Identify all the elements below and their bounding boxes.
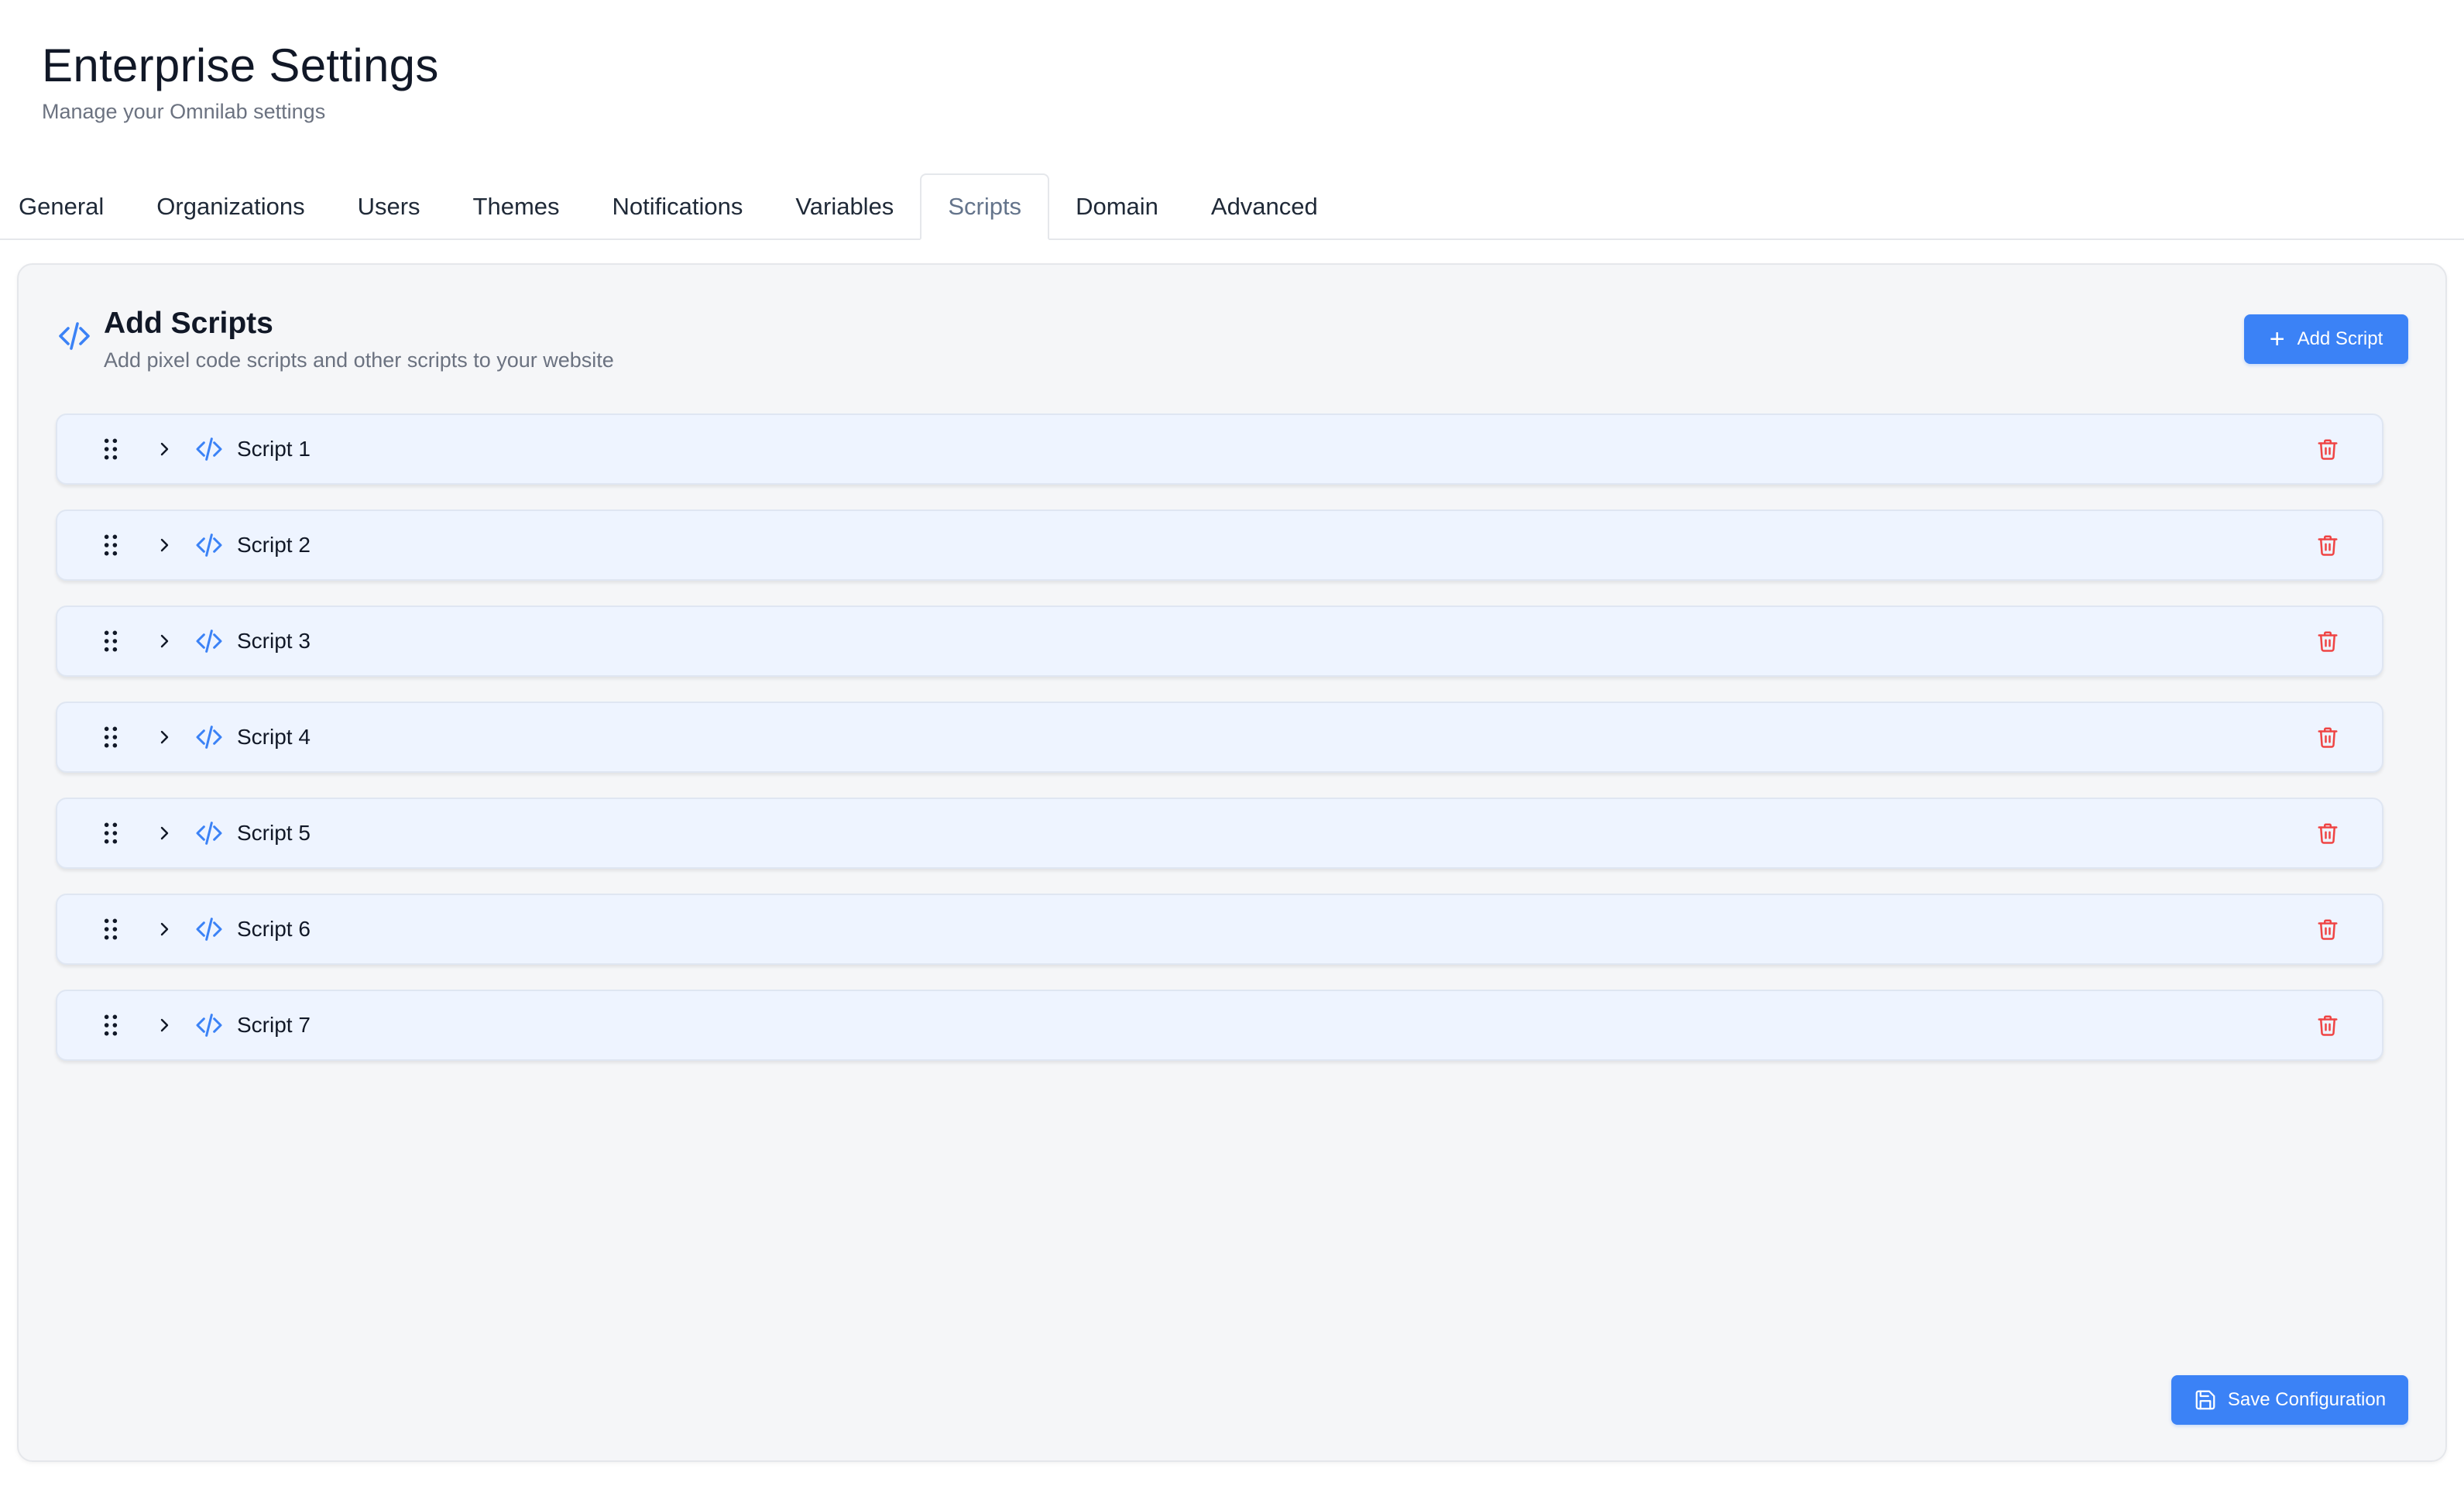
add-script-button[interactable]: + Add Script: [2244, 314, 2408, 364]
tab-variables[interactable]: Variables: [769, 175, 920, 238]
trash-icon: [2318, 727, 2338, 748]
chevron-right-icon[interactable]: [155, 824, 173, 842]
script-name: Script 2: [237, 533, 311, 557]
code-icon: [196, 918, 222, 941]
delete-script-button[interactable]: [2314, 819, 2342, 847]
settings-tabs: General Organizations Users Themes Notif…: [0, 173, 2464, 240]
save-configuration-button[interactable]: Save Configuration: [2171, 1375, 2408, 1425]
script-name: Script 3: [237, 629, 311, 653]
tab-notifications[interactable]: Notifications: [586, 175, 770, 238]
drag-handle-icon[interactable]: [101, 822, 121, 845]
panel-header: Add Scripts Add pixel code scripts and o…: [56, 305, 614, 376]
page-header: Enterprise Settings Manage your Omnilab …: [42, 36, 439, 127]
code-icon: [196, 534, 222, 557]
panel-description: Add pixel code scripts and other scripts…: [104, 348, 614, 372]
tab-advanced[interactable]: Advanced: [1185, 175, 1344, 238]
script-list: Script 1 Script 2 Script 3 Script 4 Scri…: [56, 413, 2383, 1086]
trash-icon: [2318, 535, 2338, 556]
chevron-right-icon[interactable]: [155, 728, 173, 746]
script-row[interactable]: Script 2: [56, 510, 2383, 581]
delete-script-button[interactable]: [2314, 435, 2342, 463]
trash-icon: [2318, 439, 2338, 460]
add-script-label: Add Script: [2297, 328, 2383, 349]
code-icon: [196, 437, 222, 461]
drag-handle-icon[interactable]: [101, 534, 121, 557]
code-icon: [196, 726, 222, 749]
tab-scripts[interactable]: Scripts: [920, 173, 1050, 240]
code-icon: [59, 322, 90, 350]
script-row[interactable]: Script 1: [56, 413, 2383, 485]
panel-title: Add Scripts: [104, 307, 273, 340]
script-name: Script 5: [237, 821, 311, 845]
scripts-panel: Add Scripts Add pixel code scripts and o…: [17, 263, 2447, 1462]
tab-general[interactable]: General: [0, 175, 130, 238]
trash-icon: [2318, 919, 2338, 940]
script-row[interactable]: Script 3: [56, 606, 2383, 677]
delete-script-button[interactable]: [2314, 915, 2342, 943]
chevron-right-icon[interactable]: [155, 1016, 173, 1035]
script-name: Script 7: [237, 1013, 311, 1037]
save-icon: [2195, 1390, 2215, 1410]
script-name: Script 6: [237, 917, 311, 941]
drag-handle-icon[interactable]: [101, 630, 121, 653]
script-row[interactable]: Script 7: [56, 990, 2383, 1061]
script-name: Script 1: [237, 437, 311, 461]
page-title: Enterprise Settings: [42, 39, 439, 91]
drag-handle-icon[interactable]: [101, 918, 121, 941]
code-icon: [196, 1014, 222, 1037]
chevron-right-icon[interactable]: [155, 440, 173, 458]
script-row[interactable]: Script 4: [56, 702, 2383, 773]
script-name: Script 4: [237, 725, 311, 749]
tab-users[interactable]: Users: [331, 175, 447, 238]
trash-icon: [2318, 631, 2338, 652]
save-configuration-label: Save Configuration: [2227, 1389, 2387, 1410]
drag-handle-icon[interactable]: [101, 1014, 121, 1037]
tab-organizations[interactable]: Organizations: [130, 175, 331, 238]
trash-icon: [2318, 1015, 2338, 1036]
delete-script-button[interactable]: [2314, 627, 2342, 655]
script-row[interactable]: Script 5: [56, 798, 2383, 869]
code-icon: [196, 822, 222, 845]
delete-script-button[interactable]: [2314, 531, 2342, 559]
code-icon: [196, 630, 222, 653]
delete-script-button[interactable]: [2314, 723, 2342, 751]
trash-icon: [2318, 823, 2338, 844]
page-subtitle: Manage your Omnilab settings: [42, 100, 326, 123]
chevron-right-icon[interactable]: [155, 632, 173, 650]
drag-handle-icon[interactable]: [101, 437, 121, 461]
chevron-right-icon[interactable]: [155, 536, 173, 554]
drag-handle-icon[interactable]: [101, 726, 121, 749]
plus-icon: +: [2269, 324, 2285, 354]
chevron-right-icon[interactable]: [155, 920, 173, 938]
script-row[interactable]: Script 6: [56, 894, 2383, 965]
tab-themes[interactable]: Themes: [447, 175, 586, 238]
delete-script-button[interactable]: [2314, 1011, 2342, 1039]
tab-domain[interactable]: Domain: [1049, 175, 1185, 238]
